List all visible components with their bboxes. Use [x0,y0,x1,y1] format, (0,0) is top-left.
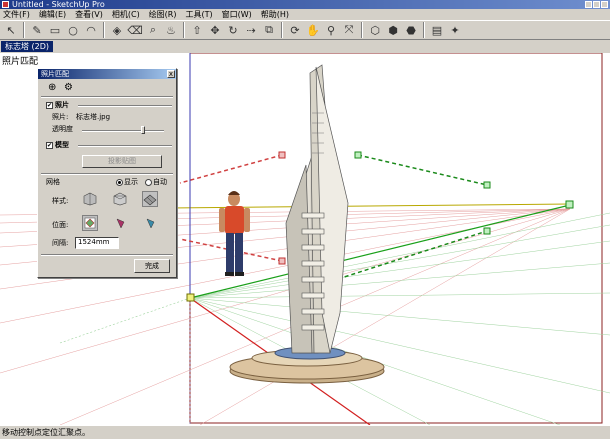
menu-view[interactable]: 查看(V) [72,9,109,20]
green-grip-2 [483,181,491,189]
push-pull-icon[interactable]: ⇧ [189,22,205,38]
eraser-tool-icon[interactable]: ⌫ [127,22,143,38]
photo-file-name: 标志塔.jpg [76,113,111,121]
extension-icon[interactable]: ✦ [447,22,463,38]
red-grip-lower [278,257,286,265]
add-photo-icon[interactable]: ⊕ [48,83,56,93]
photo-match-dialog: 照片匹配 x ⊕ ⚙ ✔ 照片 照片: 标志塔.jpg 透明度 ✔ 模型 投影贴图 … [37,68,177,278]
title-bar: Untitled - SketchUp Pro [0,0,610,9]
dialog-close-button[interactable]: x [167,70,175,78]
select-tool-icon[interactable]: ↖ [3,22,19,38]
red-vp-bar-upper [179,154,283,184]
menu-file[interactable]: 文件(F) [0,9,36,20]
green-grip-1 [354,151,362,159]
transparency-slider-thumb[interactable] [140,126,145,134]
photo-checkbox[interactable]: ✔ 照片 [46,101,69,110]
close-button[interactable] [601,1,608,8]
rotate-tool-icon[interactable]: ↻ [225,22,241,38]
follow-me-icon[interactable]: ⇢ [243,22,259,38]
minimize-button[interactable] [585,1,592,8]
divider [78,145,172,147]
grid-style-below-icon[interactable] [142,191,158,207]
ground-grid-green [189,212,610,425]
origin-grip [186,293,195,302]
zoom-tool-icon[interactable]: ⚲ [323,22,339,38]
photo-match-label: 照片匹配 [2,57,39,67]
dialog-title: 照片匹配 [41,70,69,78]
scene-tab[interactable]: 标志塔 (2D) [1,41,54,52]
spacing-input[interactable]: 1524mm [75,237,119,249]
plane-red-green-icon[interactable] [82,215,98,231]
model-checkbox[interactable]: ✔ 模型 [46,141,69,150]
status-text: 移动控制点定位汇聚点。 [2,428,90,437]
window-title: Untitled - SketchUp Pro [12,0,105,9]
menu-bar: 文件(F) 编辑(E) 查看(V) 相机(C) 绘图(R) 工具(T) 窗口(W… [0,9,610,20]
app-icon [2,1,9,8]
maximize-button[interactable] [593,1,600,8]
settings-gear-icon[interactable]: ⚙ [64,83,73,93]
share-model-icon[interactable]: ⬢ [385,22,401,38]
menu-tools[interactable]: 工具(T) [183,9,219,20]
auto-radio[interactable]: 自动 [145,178,167,187]
move-tool-icon[interactable]: ✥ [207,22,223,38]
orbit-tool-icon[interactable]: ⟳ [287,22,303,38]
project-texture-button[interactable]: 投影贴图 [82,155,162,168]
toolbar-separator [423,22,425,38]
divider [41,96,173,98]
divider [41,173,173,175]
sketchup-window: Untitled - SketchUp Pro 文件(F) 编辑(E) 查看(V… [0,0,610,439]
photo-section-label: 照片 [55,101,69,109]
green-grip-vp [565,200,574,209]
photo-name-label: 照片: [52,113,69,121]
scene-tab-bar: 标志塔 (2D) [0,41,610,53]
tower-model [229,64,385,384]
spacing-label: 间隔: [52,239,69,247]
toolbar-separator [361,22,363,38]
grid-label: 网格 [46,178,60,186]
green-vp-bar-upper [357,154,488,186]
menu-help[interactable]: 帮助(H) [258,9,295,20]
transparency-label: 透明度 [52,125,73,133]
plane-label: 位面: [52,221,69,229]
menu-edit[interactable]: 编辑(E) [36,9,72,20]
toolbar-separator [183,22,185,38]
layout-icon[interactable]: ▤ [429,22,445,38]
show-radio[interactable]: 显示 [116,178,138,187]
make-component-icon[interactable]: ◈ [109,22,125,38]
toolbar-separator [103,22,105,38]
person-figure [219,191,250,276]
pencil-tool-icon[interactable]: ✎ [29,22,45,38]
toolbar: ↖ ✎ ▭ ○ ◠ ◈ ⌫ ⌕ ♨ ⇧ ✥ ↻ ⇢ ⧉ ⟳ ✋ ⚲ ⤧ ⬡ ⬢ … [0,20,610,40]
get-models-icon[interactable]: ⬡ [367,22,383,38]
red-grip-upper [278,151,286,159]
window-controls [585,1,608,8]
grid-style-inside-icon[interactable] [82,191,98,207]
offset-tool-icon[interactable]: ⧉ [261,22,277,38]
done-button[interactable]: 完成 [134,259,170,273]
zoom-extents-icon[interactable]: ⤧ [341,22,357,38]
toolbar-separator [281,22,283,38]
toolbar-separator [23,22,25,38]
dialog-title-bar[interactable]: 照片匹配 x [38,69,176,79]
plane-green-blue-icon[interactable] [142,215,158,231]
arc-tool-icon[interactable]: ◠ [83,22,99,38]
status-bar: 移动控制点定位汇聚点。 [0,425,610,439]
rectangle-tool-icon[interactable]: ▭ [47,22,63,38]
menu-window[interactable]: 窗口(W) [219,9,258,20]
tape-measure-icon[interactable]: ⌕ [145,22,161,38]
menu-draw[interactable]: 绘图(R) [146,9,183,20]
paint-bucket-icon[interactable]: ♨ [163,22,179,38]
plane-red-blue-icon[interactable] [112,215,128,231]
model-section-label: 模型 [55,141,69,149]
menu-camera[interactable]: 相机(C) [109,9,146,20]
divider [41,254,173,256]
style-label: 样式: [52,197,69,205]
green-grip-4 [483,227,491,235]
grid-style-above-icon[interactable] [112,191,128,207]
transparency-slider-track[interactable] [82,130,164,132]
divider [78,105,172,107]
share-component-icon[interactable]: ⬣ [403,22,419,38]
pan-tool-icon[interactable]: ✋ [305,22,321,38]
circle-tool-icon[interactable]: ○ [65,22,81,38]
